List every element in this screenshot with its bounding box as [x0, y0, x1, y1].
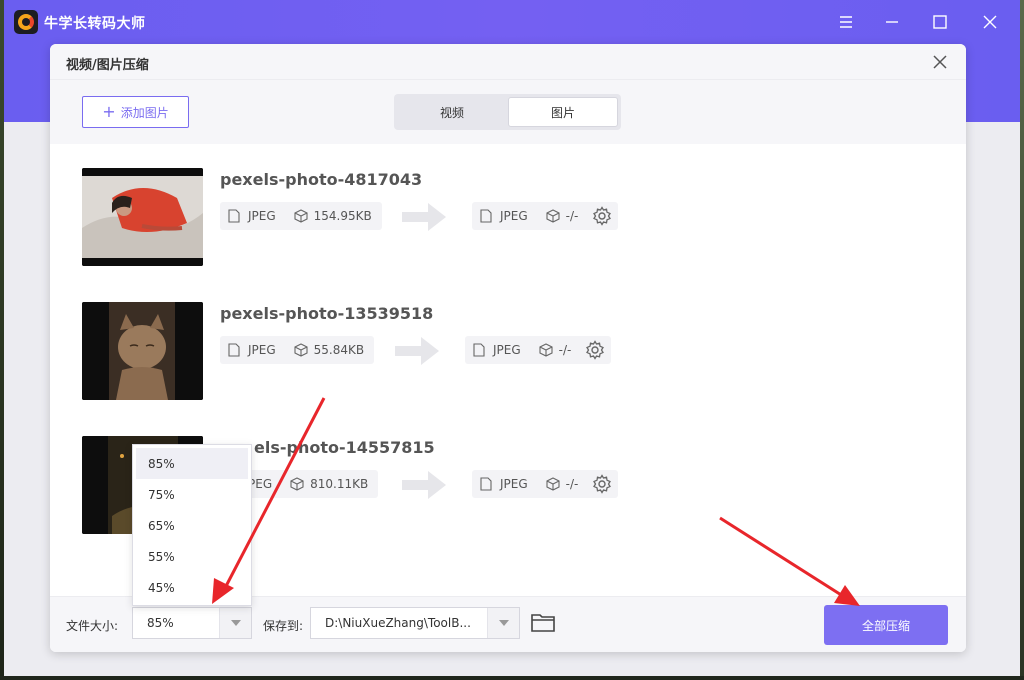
file-size-dropdown: 85% 75% 65% 55% 45% [132, 444, 252, 606]
add-image-button[interactable]: + 添加图片 [82, 96, 189, 128]
dropdown-option[interactable]: 55% [136, 541, 248, 572]
save-to-label: 保存到: [263, 619, 304, 633]
file-thumbnail [82, 168, 203, 266]
cube-icon [294, 343, 308, 357]
maximize-icon[interactable] [926, 8, 954, 36]
file-icon [480, 209, 494, 223]
desktop-background-bottom [0, 676, 1024, 680]
source-size: 55.84KB [313, 343, 365, 357]
source-format: JPEG [248, 209, 276, 223]
output-size: -/- [565, 209, 579, 223]
file-row: pexels-photo-13539518 JPEG 55.84KB JPEG … [82, 302, 642, 402]
file-name: els-photo-14557815 [254, 438, 435, 457]
cube-icon [546, 477, 560, 491]
output-info: JPEG -/- [465, 336, 612, 364]
source-info: JPEG 154.95KB [220, 202, 382, 230]
dropdown-option[interactable]: 85% [136, 448, 248, 479]
tab-video[interactable]: 视频 [397, 97, 507, 127]
file-icon [480, 477, 494, 491]
settings-gear-icon[interactable] [592, 206, 612, 226]
tab-image[interactable]: 图片 [508, 97, 618, 127]
cube-icon [290, 477, 304, 491]
file-icon [473, 343, 487, 357]
output-format: JPEG [493, 343, 521, 357]
file-icon [228, 209, 242, 223]
dropdown-option[interactable]: 45% [136, 572, 248, 603]
dialog-toolbar: + 添加图片 视频 图片 [50, 80, 966, 144]
file-row: pexels-photo-4817043 JPEG 154.95KB JPEG … [82, 168, 642, 268]
convert-arrow-icon [402, 471, 446, 499]
chevron-down-icon[interactable] [219, 608, 251, 638]
cube-icon [539, 343, 553, 357]
output-info: JPEG -/- [472, 470, 619, 498]
dropdown-option[interactable]: 65% [136, 510, 248, 541]
source-size: 810.11KB [310, 477, 369, 491]
dropdown-option[interactable]: 75% [136, 479, 248, 510]
settings-gear-icon[interactable] [585, 340, 605, 360]
save-path-value: D:\NiuXueZhang\ToolB... [325, 616, 471, 630]
file-name: pexels-photo-13539518 [220, 304, 434, 323]
menu-icon[interactable] [832, 8, 860, 36]
close-window-icon[interactable] [976, 8, 1004, 36]
minimize-icon[interactable] [878, 8, 906, 36]
source-format: JPEG [248, 343, 276, 357]
source-size: 154.95KB [313, 209, 372, 223]
save-path-select[interactable]: D:\NiuXueZhang\ToolB... [310, 607, 520, 639]
compress-dialog: 视频/图片压缩 + 添加图片 视频 图片 pexels-photo-481704… [50, 44, 966, 652]
file-size-value: 85% [147, 616, 174, 630]
chevron-down-icon[interactable] [487, 608, 519, 638]
cube-icon [546, 209, 560, 223]
compress-all-button[interactable]: 全部压缩 [824, 605, 948, 645]
output-size: -/- [565, 477, 579, 491]
plus-icon: + [102, 102, 116, 121]
output-info: JPEG -/- [472, 202, 619, 230]
dialog-title: 视频/图片压缩 [66, 58, 149, 73]
app-title: 牛学长转码大师 [44, 16, 146, 32]
file-thumbnail [82, 302, 203, 400]
output-format: JPEG [500, 209, 528, 223]
app-logo-icon [14, 10, 38, 34]
add-image-label: 添加图片 [120, 105, 169, 120]
dialog-header: 视频/图片压缩 [50, 44, 966, 80]
media-tabs: 视频 图片 [394, 94, 621, 130]
folder-icon[interactable] [530, 611, 556, 637]
source-info: JPEG 55.84KB [220, 336, 375, 364]
output-size: -/- [558, 343, 572, 357]
file-icon [228, 343, 242, 357]
convert-arrow-icon [402, 203, 446, 231]
output-format: JPEG [500, 477, 528, 491]
dialog-close-icon[interactable] [930, 52, 950, 72]
file-name: pexels-photo-4817043 [220, 170, 423, 189]
file-size-select[interactable]: 85% [132, 607, 252, 639]
convert-arrow-icon [395, 337, 439, 365]
cube-icon [294, 209, 308, 223]
desktop-background-right [1020, 0, 1024, 680]
settings-gear-icon[interactable] [592, 474, 612, 494]
file-size-label: 文件大小: [66, 619, 119, 633]
